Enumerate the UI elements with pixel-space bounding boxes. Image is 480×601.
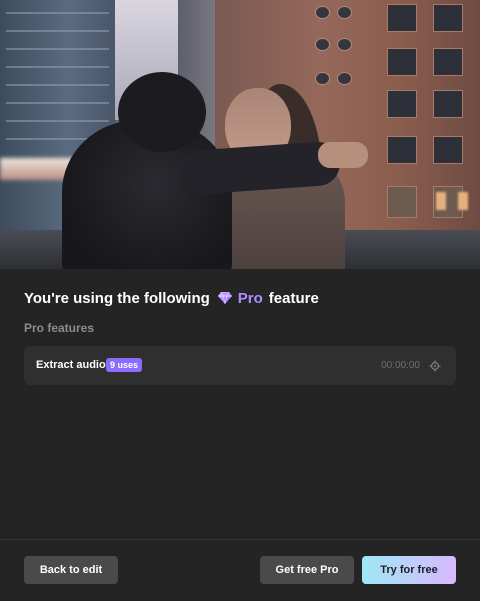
pro-label: Pro [237, 289, 263, 307]
diamond-icon [217, 290, 233, 306]
feature-row-extract-audio[interactable]: Extract audio 9 uses 00:00:00 [24, 346, 456, 385]
try-for-free-button[interactable]: Try for free [362, 556, 456, 584]
locate-icon[interactable] [429, 359, 441, 372]
section-label: Pro features [24, 321, 95, 335]
feature-duration: 00:00:00 [381, 360, 420, 371]
pro-feature-heading: You're using the following Pro feature [24, 287, 319, 309]
get-free-pro-button[interactable]: Get free Pro [260, 556, 354, 584]
back-to-edit-button[interactable]: Back to edit [24, 556, 118, 584]
heading-prefix: You're using the following [24, 289, 210, 307]
feature-name: Extract audio [36, 359, 106, 371]
video-preview-image [0, 0, 480, 269]
uses-badge: 9 uses [106, 358, 143, 372]
heading-suffix: feature [268, 289, 319, 307]
